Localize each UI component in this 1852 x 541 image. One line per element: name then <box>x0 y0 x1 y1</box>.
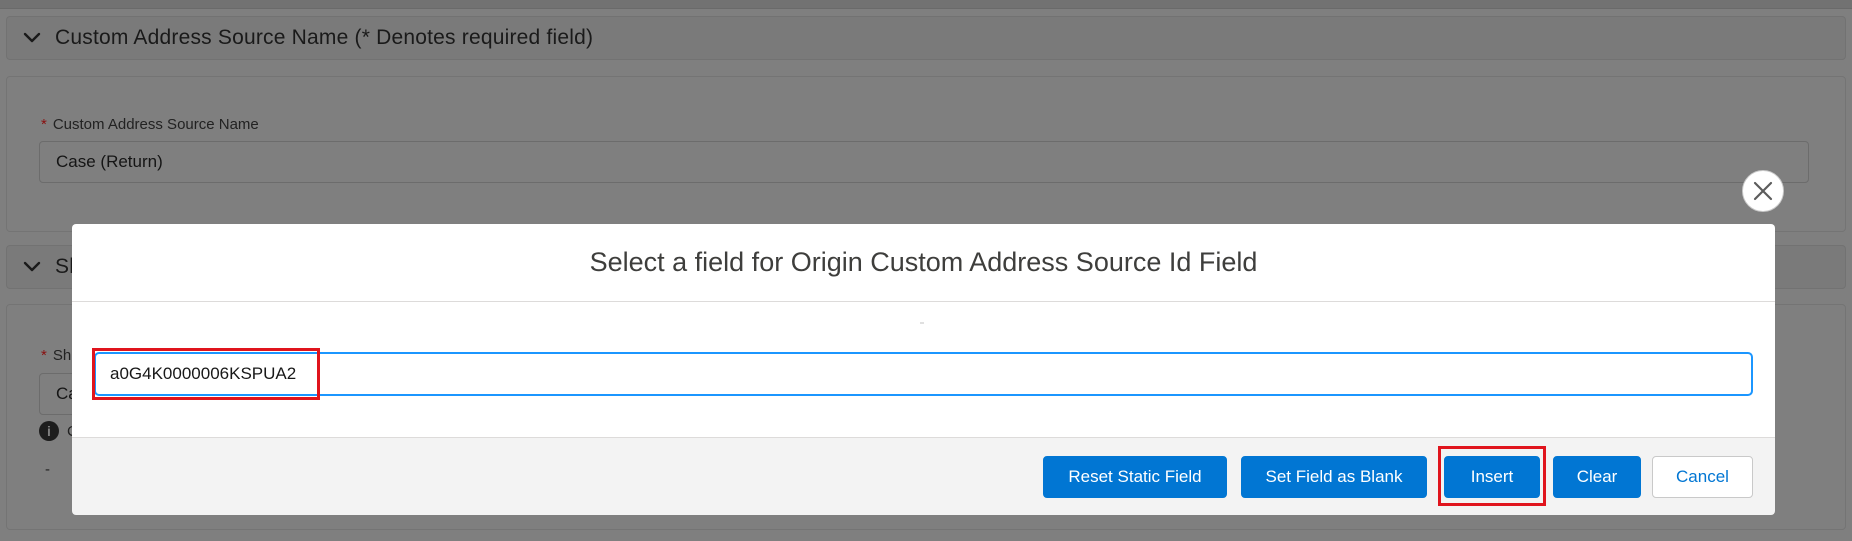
custom-address-source-name-field[interactable]: Case (Return) <box>39 141 1809 183</box>
field-label-text: Sh <box>52 347 72 364</box>
modal-body <box>72 302 1775 437</box>
section-header-custom-address-source-name[interactable]: Custom Address Source Name (* Denotes re… <box>6 16 1846 60</box>
modal-title: Select a field for Origin Custom Address… <box>589 247 1258 277</box>
field-value-input[interactable] <box>94 352 1753 396</box>
field-value: Case (Return) <box>56 152 163 171</box>
cancel-button[interactable]: Cancel <box>1652 456 1753 498</box>
close-button[interactable] <box>1742 170 1784 212</box>
field-label-custom-address-source-name: * Custom Address Source Name <box>41 116 259 133</box>
dash-value: - <box>45 461 50 478</box>
set-field-as-blank-button[interactable]: Set Field as Blank <box>1241 456 1427 498</box>
close-icon <box>1753 181 1773 201</box>
reset-static-field-button[interactable]: Reset Static Field <box>1043 456 1227 498</box>
insert-button[interactable]: Insert <box>1444 456 1540 498</box>
loading-indicator <box>920 322 924 324</box>
select-field-modal: Select a field for Origin Custom Address… <box>72 224 1775 515</box>
required-marker: * <box>41 347 47 364</box>
info-icon: i <box>39 421 59 441</box>
top-strip <box>0 0 1852 9</box>
section-body-custom-address-source-name: * Custom Address Source Name Case (Return… <box>6 76 1846 232</box>
modal-header: Select a field for Origin Custom Address… <box>72 224 1775 302</box>
modal-footer: Reset Static Field Set Field as Blank In… <box>72 437 1775 515</box>
chevron-down-icon <box>23 32 41 43</box>
clear-button[interactable]: Clear <box>1553 456 1641 498</box>
field-label-partial: * Sh <box>41 347 71 364</box>
chevron-down-icon <box>23 261 41 272</box>
required-marker: * <box>41 116 47 133</box>
section-title: Custom Address Source Name (* Denotes re… <box>55 26 594 49</box>
field-label-text: Custom Address Source Name <box>52 116 259 133</box>
